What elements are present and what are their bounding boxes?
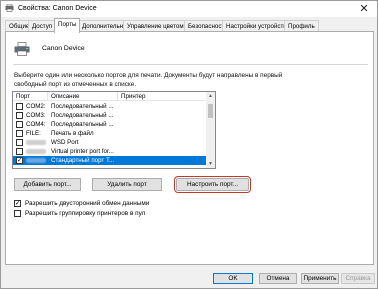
configure-port-button[interactable]: Настроить порт... (174, 176, 251, 193)
table-row-selected[interactable]: Стандартный порт T... (13, 156, 207, 165)
vertical-scrollbar[interactable]: ▲ ▼ (206, 92, 215, 168)
table-row[interactable]: COM4: Последовательный ... (13, 120, 207, 129)
port-description: WSD Port (51, 139, 79, 146)
close-icon[interactable]: ✕ (357, 2, 371, 15)
tab-ports[interactable]: Порты (54, 18, 81, 33)
port-checkbox[interactable] (16, 121, 23, 128)
table-row[interactable]: FILE: Печать в файл (13, 129, 207, 138)
port-name: COM2: (26, 103, 46, 110)
port-list-header: Порт Описание Принтер (13, 92, 207, 101)
port-description: Последовательный ... (51, 121, 114, 128)
port-name: COM3: (26, 112, 46, 119)
instructions-text: Выберите один или несколько портов для п… (14, 72, 283, 88)
cancel-button[interactable]: Отмена (259, 273, 297, 284)
port-name-redacted (26, 157, 46, 164)
port-checkbox[interactable] (16, 103, 23, 110)
printer-icon (14, 42, 30, 56)
column-header-port[interactable]: Порт (16, 93, 30, 100)
port-checkbox[interactable] (16, 148, 23, 155)
port-description: Virtual printer port for... (51, 148, 114, 155)
scroll-down-icon[interactable]: ▼ (206, 160, 215, 168)
port-description: Печать в файл (51, 130, 94, 137)
printer-icon (5, 4, 14, 12)
bidirectional-label[interactable]: Разрешить двусторонний обмен данными (25, 200, 149, 207)
scroll-up-icon[interactable]: ▲ (206, 92, 215, 100)
column-divider[interactable] (117, 92, 118, 101)
delete-port-button[interactable]: Удалить порт (92, 178, 162, 191)
table-row[interactable]: COM3: Последовательный ... (13, 111, 207, 120)
port-checkbox[interactable] (16, 139, 23, 146)
window-title: Свойства: Canon Device (18, 5, 97, 12)
printer-properties-window: Свойства: Canon Device ✕ Общие Доступ По… (0, 0, 378, 289)
port-name: FILE: (26, 130, 41, 137)
add-port-button[interactable]: Добавить порт... (14, 178, 81, 191)
port-checkbox[interactable] (16, 130, 23, 137)
divider (13, 64, 368, 65)
ports-panel: Canon Device Выберите один или несколько… (5, 31, 374, 265)
ok-button[interactable]: OK (213, 273, 253, 284)
port-name: COM4: (26, 121, 46, 128)
scrollbar-thumb[interactable] (208, 104, 213, 118)
port-description: Последовательный ... (51, 112, 114, 119)
apply-button[interactable]: Применить (301, 273, 339, 284)
port-name-redacted (26, 139, 46, 146)
port-checkbox[interactable] (16, 156, 23, 164)
pooling-label[interactable]: Разрешить группировку принтеров в пул (25, 210, 145, 217)
table-row[interactable]: COM2: Последовательный ... (13, 102, 207, 111)
title-bar: Свойства: Canon Device ✕ (1, 1, 377, 17)
device-name: Canon Device (42, 45, 85, 52)
column-header-printer[interactable]: Принтер (121, 93, 145, 100)
table-row[interactable]: WSD Port (13, 138, 207, 147)
table-row[interactable]: Virtual printer port for... (13, 147, 207, 156)
tab-strip: Общие Доступ Порты Дополнительно Управле… (5, 18, 375, 33)
pooling-checkbox[interactable] (14, 210, 21, 217)
port-checkbox[interactable] (16, 112, 23, 119)
port-description: Стандартный порт T... (51, 157, 115, 164)
port-name-redacted (26, 148, 46, 155)
port-description: Последовательный ... (51, 103, 114, 110)
bidirectional-checkbox[interactable] (14, 199, 21, 207)
help-button[interactable]: Справка (341, 273, 375, 284)
column-header-description[interactable]: Описание (51, 93, 79, 100)
column-divider[interactable] (47, 92, 48, 101)
port-list[interactable]: Порт Описание Принтер COM2: Последовател… (12, 91, 216, 169)
